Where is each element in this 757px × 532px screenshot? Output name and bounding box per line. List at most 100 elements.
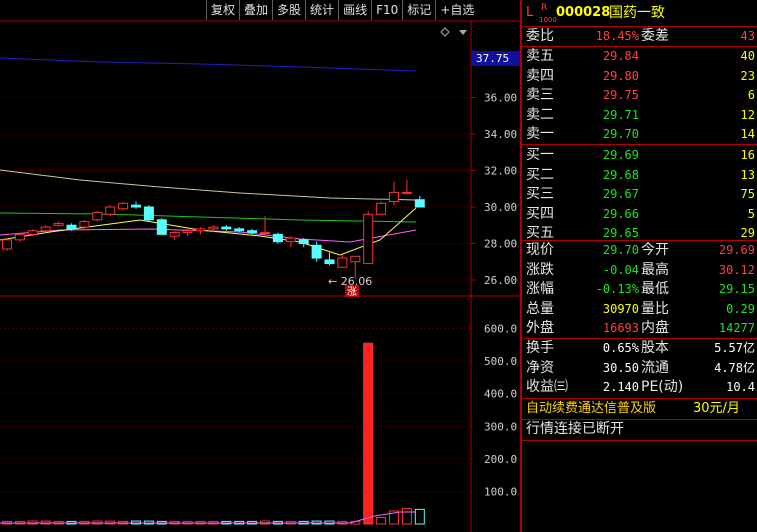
stat-value: 43 [740, 29, 755, 43]
book-price: 29.71 [602, 107, 639, 122]
book-label: 买四 [526, 205, 554, 222]
candle-body [27, 230, 38, 235]
stock-name: 国药一致 [609, 5, 665, 21]
stat-value: 29.69 [718, 243, 755, 257]
quote-row: 总量 30970 量比 0.29 [522, 300, 757, 319]
chart-toolbar: 复权 叠加 多股 统计 画线 F10 标记 +自选 [206, 0, 478, 20]
book-volume: 12 [740, 107, 755, 122]
book-volume: 16 [740, 148, 755, 162]
moving-average-line [0, 212, 417, 223]
chevron-down-icon [459, 30, 467, 35]
candle-body [311, 244, 322, 259]
stat-value: 0.65% [602, 341, 639, 355]
price-tick-label: 28.00 [484, 238, 517, 251]
promo-text[interactable]: 自动续费通达信普及版 [526, 399, 656, 418]
stat-label: 量比 [641, 300, 669, 317]
moving-average-line [0, 207, 417, 256]
candle-body [260, 232, 270, 235]
quote-row: 换手 0.65% 股本 5.57亿 [522, 339, 757, 358]
connection-status: 行情连接已断开 [526, 421, 624, 437]
stat-label: 委差 [641, 28, 669, 44]
stat-value: 4.78亿 [714, 360, 755, 375]
stat-label: 现价 [526, 242, 554, 258]
stat-value: -0.04 [602, 262, 639, 277]
volume-tick-label: 300.0 [484, 420, 517, 433]
stat-label: 今开 [641, 242, 669, 258]
quote-row: 卖一 29.70 14 [522, 125, 757, 144]
candle-body [2, 239, 12, 250]
highlight-price-label: 37.75 [476, 52, 509, 65]
candle-body [389, 191, 399, 203]
book-volume: 13 [740, 167, 755, 182]
stat-value: 2.140 [602, 380, 639, 394]
book-price: 29.68 [602, 167, 639, 182]
candle-body [298, 239, 309, 245]
panel-divider [522, 338, 757, 339]
toolbar-button-4[interactable]: 画线 [338, 0, 371, 20]
stock-code: 000028 [556, 5, 611, 20]
stat-label: 净资 [526, 359, 554, 376]
toolbar-button-0[interactable]: 复权 [206, 0, 239, 20]
book-volume: 5 [747, 206, 755, 221]
book-volume: 40 [740, 49, 755, 63]
toolbar-button-1[interactable]: 叠加 [239, 0, 272, 20]
volume-bar [401, 507, 412, 525]
toolbar-button-2[interactable]: 多股 [272, 0, 305, 20]
stat-label: 股本 [641, 340, 669, 356]
candle-body [285, 237, 296, 243]
candle-body [363, 213, 374, 265]
volume-bar [376, 516, 387, 525]
candle-body [92, 211, 103, 221]
book-price: 29.69 [602, 148, 639, 162]
status-row: 行情连接已断开 [522, 420, 757, 439]
quote-row: 买一 29.69 16 [522, 146, 757, 165]
candle-body [40, 226, 51, 232]
volume-tick-label: 200.0 [484, 453, 517, 466]
candle-body [221, 226, 232, 230]
candle-body [182, 230, 193, 234]
stock-title: L R 1000 000028 国药一致 [522, 2, 757, 24]
promo-price[interactable]: 30元/月 [693, 399, 740, 418]
stat-label: 最低 [641, 281, 669, 297]
book-volume: 23 [740, 68, 755, 83]
promo-row[interactable]: 自动续费通达信普及版 30元/月 [522, 399, 757, 418]
candle-body [14, 233, 25, 241]
candle-body [169, 232, 180, 237]
candle-body [272, 233, 283, 243]
toolbar-button-6[interactable]: 标记 [402, 0, 435, 20]
candle-body [79, 221, 90, 228]
quote-row: 卖五 29.84 40 [522, 47, 757, 66]
stat-value: 10.4 [726, 380, 755, 394]
price-tick-label: 30.00 [484, 201, 517, 214]
panel-divider [522, 26, 757, 27]
stat-label: 最高 [641, 261, 669, 278]
candle-body [208, 226, 219, 230]
code-prefix: L [526, 5, 534, 20]
panel-divider [522, 240, 757, 241]
toolbar-button-3[interactable]: 统计 [305, 0, 338, 20]
stat-label: 涨幅 [526, 281, 554, 297]
quote-row: 买四 29.66 5 [522, 205, 757, 224]
quote-row: 净资 30.50 流通 4.78亿 [522, 359, 757, 378]
stat-value: 30970 [602, 301, 639, 316]
toolbar-button-7[interactable]: +自选 [435, 0, 478, 20]
stat-label: 换手 [526, 340, 554, 356]
quote-row: 卖四 29.80 23 [522, 67, 757, 86]
stat-value: 0.29 [726, 301, 755, 316]
book-price: 29.75 [602, 88, 639, 102]
volume-tick-label: 500.0 [484, 355, 517, 368]
candle-body [131, 204, 141, 208]
candle-body [53, 222, 64, 226]
book-price: 29.66 [602, 206, 639, 221]
book-price: 29.84 [602, 49, 639, 63]
price-tick-label: 26.00 [484, 274, 517, 287]
toolbar-button-5[interactable]: F10 [371, 0, 402, 20]
marker-label: 涨 [347, 286, 357, 298]
candle-body [337, 257, 348, 268]
candle-body [156, 219, 167, 235]
book-price: 29.67 [602, 187, 639, 201]
volume-bar [363, 342, 374, 525]
book-label: 卖五 [526, 48, 554, 64]
stat-label: 流通 [641, 359, 669, 376]
price-volume-chart[interactable]: 26.00 28.00 30.00 32.00 34.00 36.00 37.75 100.0… [0, 0, 522, 532]
